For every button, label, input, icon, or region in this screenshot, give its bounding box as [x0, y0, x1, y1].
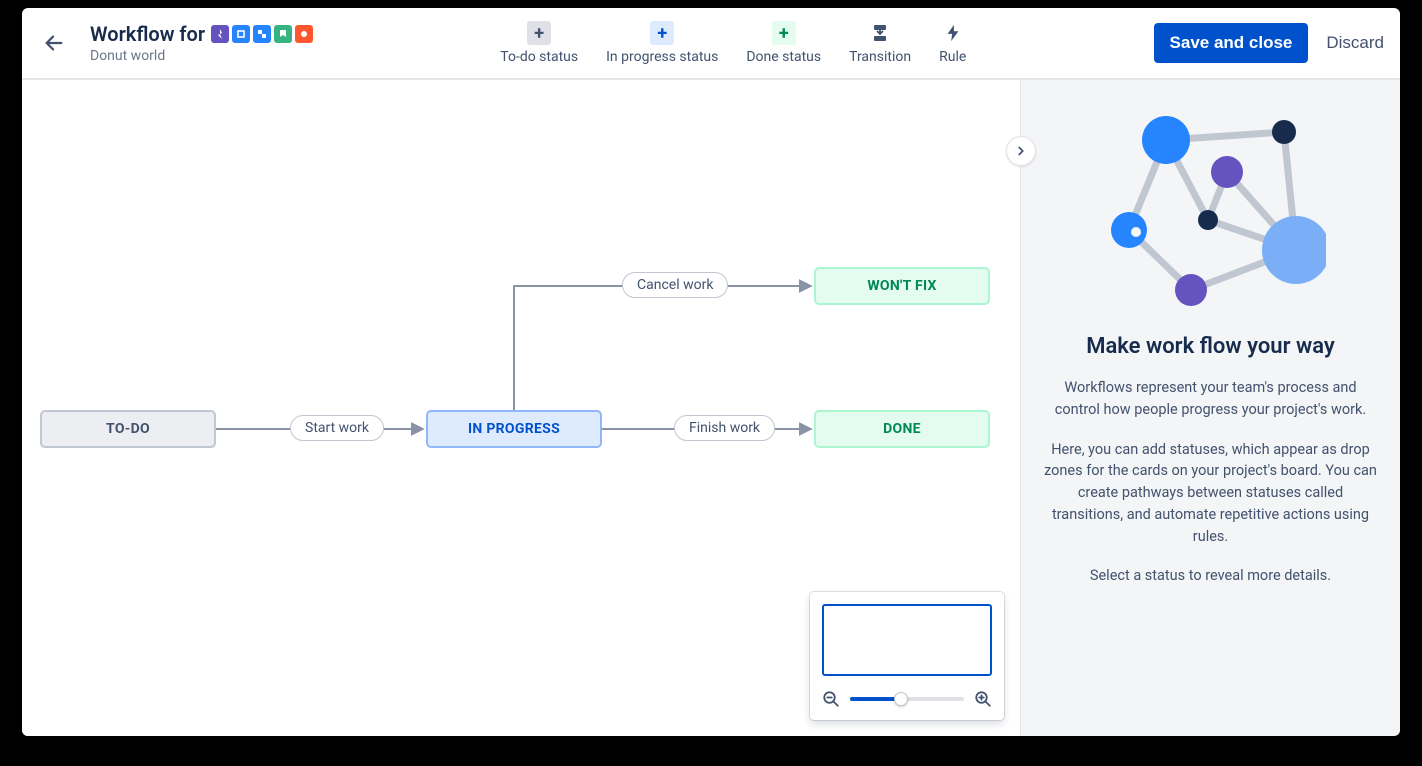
sidepanel-p2: Here, you can add statuses, which appear… — [1043, 439, 1378, 548]
plus-icon: + — [772, 21, 796, 45]
header-actions: Save and close Discard — [1154, 23, 1384, 63]
zoom-in-icon[interactable] — [974, 690, 992, 708]
bolt-icon — [941, 21, 965, 45]
page-title: Workflow for — [90, 22, 205, 46]
bug-icon — [295, 25, 313, 43]
add-rule-button[interactable]: Rule — [935, 19, 970, 67]
subtask-icon — [274, 25, 292, 43]
plus-icon: + — [527, 21, 551, 45]
minimap-viewport[interactable] — [822, 604, 992, 676]
zoom-slider[interactable] — [850, 697, 964, 701]
add-todo-status-button[interactable]: + To-do status — [496, 19, 582, 67]
zoom-controls — [822, 690, 992, 708]
sidepanel-heading: Make work flow your way — [1086, 334, 1335, 359]
side-panel: Make work flow your way Workflows repres… — [1020, 80, 1400, 736]
title-block: Workflow for Donut world — [90, 22, 313, 64]
editor-body: TO-DO IN PROGRESS WON'T FIX DONE Start w… — [22, 80, 1400, 736]
epic-icon — [211, 25, 229, 43]
status-node-wontfix[interactable]: WON'T FIX — [814, 267, 990, 305]
plus-icon: + — [650, 21, 674, 45]
project-name: Donut world — [90, 48, 313, 64]
add-inprogress-status-button[interactable]: + In progress status — [602, 19, 722, 67]
status-node-todo[interactable]: TO-DO — [40, 410, 216, 448]
back-button[interactable] — [34, 23, 74, 63]
status-node-done[interactable]: DONE — [814, 410, 990, 448]
workflow-canvas[interactable]: TO-DO IN PROGRESS WON'T FIX DONE Start w… — [22, 80, 1020, 736]
header: Workflow for Donut world + To-do status … — [22, 8, 1400, 80]
task-icon — [253, 25, 271, 43]
workflow-illustration — [1096, 110, 1326, 310]
save-button[interactable]: Save and close — [1154, 23, 1309, 63]
add-transition-button[interactable]: Transition — [845, 19, 915, 67]
transition-cancel-work[interactable]: Cancel work — [622, 272, 728, 298]
transition-finish-work[interactable]: Finish work — [674, 415, 775, 441]
transition-start-work[interactable]: Start work — [290, 415, 384, 441]
discard-button[interactable]: Discard — [1326, 33, 1384, 53]
toolbar: + To-do status + In progress status + Do… — [496, 19, 970, 67]
arrow-left-icon — [43, 32, 65, 54]
collapse-panel-button[interactable] — [1006, 136, 1036, 166]
story-icon — [232, 25, 250, 43]
transition-icon — [868, 21, 892, 45]
issue-type-badges — [211, 25, 313, 43]
sidepanel-p1: Workflows represent your team's process … — [1043, 377, 1378, 421]
zoom-slider-thumb[interactable] — [894, 692, 908, 706]
minimap — [810, 592, 1004, 720]
zoom-out-icon[interactable] — [822, 690, 840, 708]
sidepanel-p3: Select a status to reveal more details. — [1090, 565, 1331, 587]
add-done-status-button[interactable]: + Done status — [742, 19, 825, 67]
status-node-inprogress[interactable]: IN PROGRESS — [426, 410, 602, 448]
workflow-editor: Workflow for Donut world + To-do status … — [22, 8, 1400, 736]
chevron-right-icon — [1014, 144, 1028, 158]
